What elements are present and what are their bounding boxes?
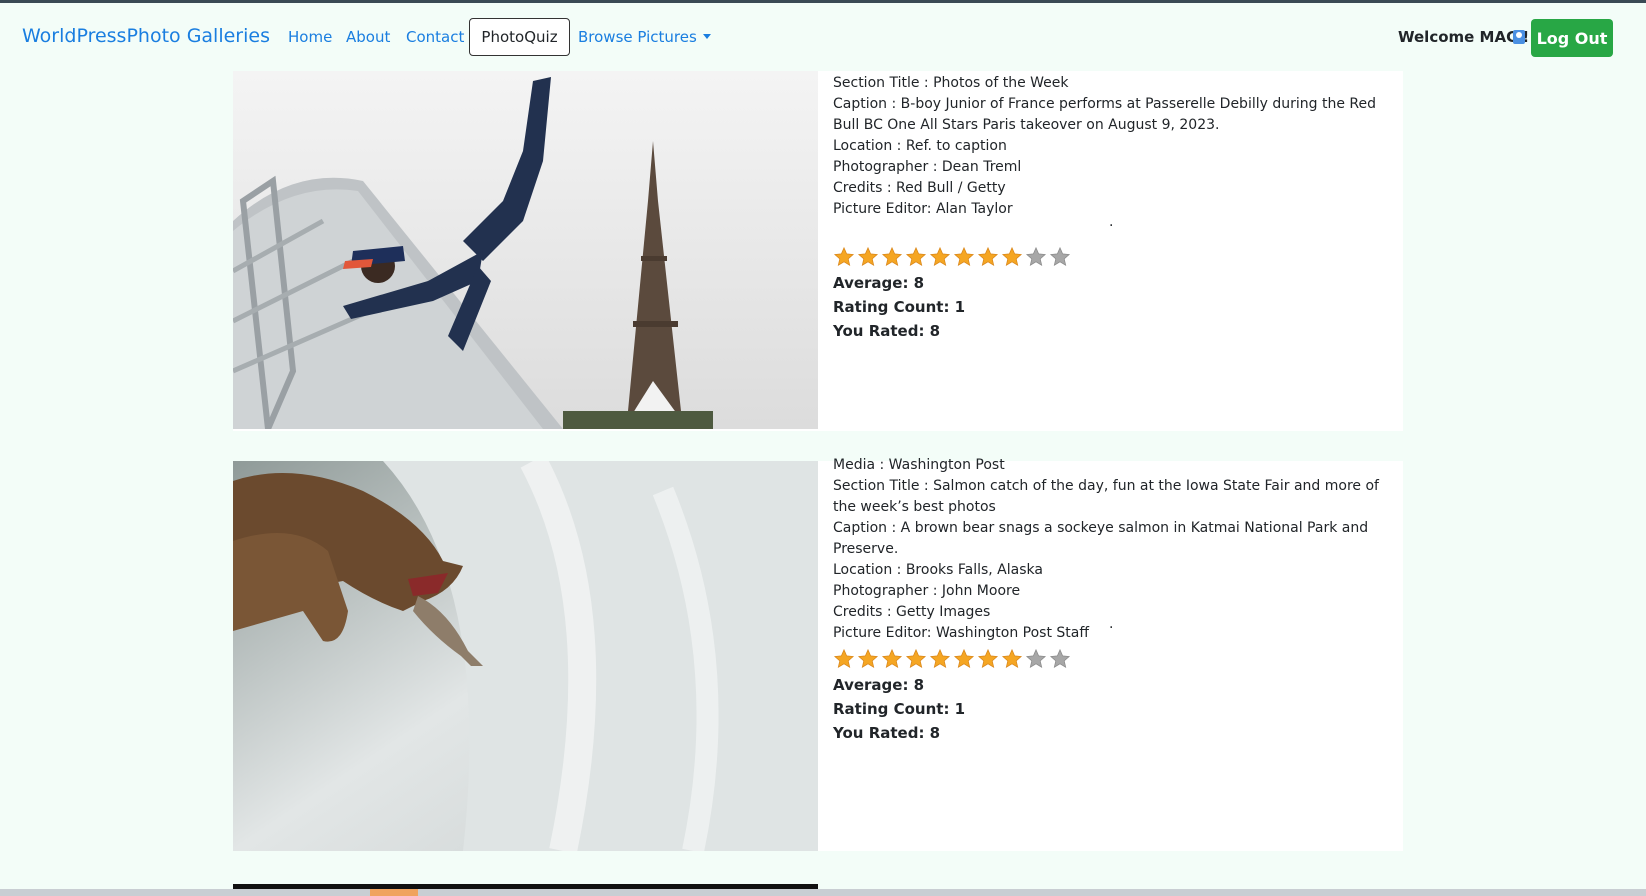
rating-count: Rating Count: 1 [833,700,966,718]
star-empty-icon[interactable] [1025,246,1047,268]
browse-pictures-dropdown[interactable]: Browse Pictures [578,28,711,46]
star-empty-icon[interactable] [1049,246,1071,268]
star-filled-icon[interactable] [929,246,951,268]
logout-button[interactable]: Log Out [1531,19,1613,57]
star-filled-icon[interactable] [857,246,879,268]
star-filled-icon[interactable] [953,648,975,670]
average-rating: Average: 8 [833,274,925,292]
caption: Caption : A brown bear snags a sockeye s… [833,520,1369,557]
photo-info: Section Title : Photos of the Week Capti… [833,73,1393,220]
star-filled-icon[interactable] [977,246,999,268]
star-filled-icon[interactable] [929,648,951,670]
star-filled-icon[interactable] [1001,246,1023,268]
star-filled-icon[interactable] [833,246,855,268]
caption: Caption : B-boy Junior of France perform… [833,96,1376,133]
section-title: Section Title : Salmon catch of the day,… [833,478,1379,515]
brand-link[interactable]: WorldPressPhoto Galleries [22,25,270,47]
section-title: Section Title : Photos of the Week [833,75,1069,91]
user-rating: You Rated: 8 [833,724,941,742]
star-filled-icon[interactable] [977,648,999,670]
star-empty-icon[interactable] [1025,648,1047,670]
star-filled-icon[interactable] [857,648,879,670]
photographer: Photographer : Dean Treml [833,159,1022,175]
dot-separator: . [1109,214,1114,230]
star-filled-icon[interactable] [881,246,903,268]
star-rating[interactable] [833,648,1071,670]
user-icon [1513,30,1525,44]
photoquiz-button[interactable]: PhotoQuiz [469,18,570,56]
nav-home[interactable]: Home [288,28,332,46]
location: Location : Brooks Falls, Alaska [833,562,1043,578]
chevron-down-icon [702,34,711,39]
star-filled-icon[interactable] [881,648,903,670]
star-empty-icon[interactable] [1049,648,1071,670]
star-rating[interactable] [833,246,1071,268]
photo-bear-salmon[interactable] [233,461,818,851]
user-rating: You Rated: 8 [833,322,941,340]
welcome-text: Welcome MAC ! [1398,28,1530,46]
horizontal-scrollbar[interactable] [0,889,1646,896]
photo-card: Section Title : Photos of the Week Capti… [233,71,1403,431]
star-filled-icon[interactable] [953,246,975,268]
photo-card: Media : Washington Post Section Title : … [233,457,1403,851]
star-filled-icon[interactable] [905,648,927,670]
dot-separator: . [1109,616,1114,632]
location: Location : Ref. to caption [833,138,1007,154]
nav-about[interactable]: About [346,28,390,46]
photo-bboy-eiffel[interactable] [233,71,818,429]
nav-contact[interactable]: Contact [406,28,464,46]
star-filled-icon[interactable] [905,246,927,268]
average-rating: Average: 8 [833,676,925,694]
star-filled-icon[interactable] [1001,648,1023,670]
rating-count: Rating Count: 1 [833,298,966,316]
star-filled-icon[interactable] [833,648,855,670]
navbar: WorldPressPhoto Galleries Home About Con… [0,3,1646,71]
credits: Credits : Red Bull / Getty [833,180,1006,196]
photographer: Photographer : John Moore [833,583,1021,599]
scrollbar-thumb[interactable] [370,889,418,896]
browse-label: Browse Pictures [578,28,697,46]
media: Media : Washington Post [833,457,1005,473]
